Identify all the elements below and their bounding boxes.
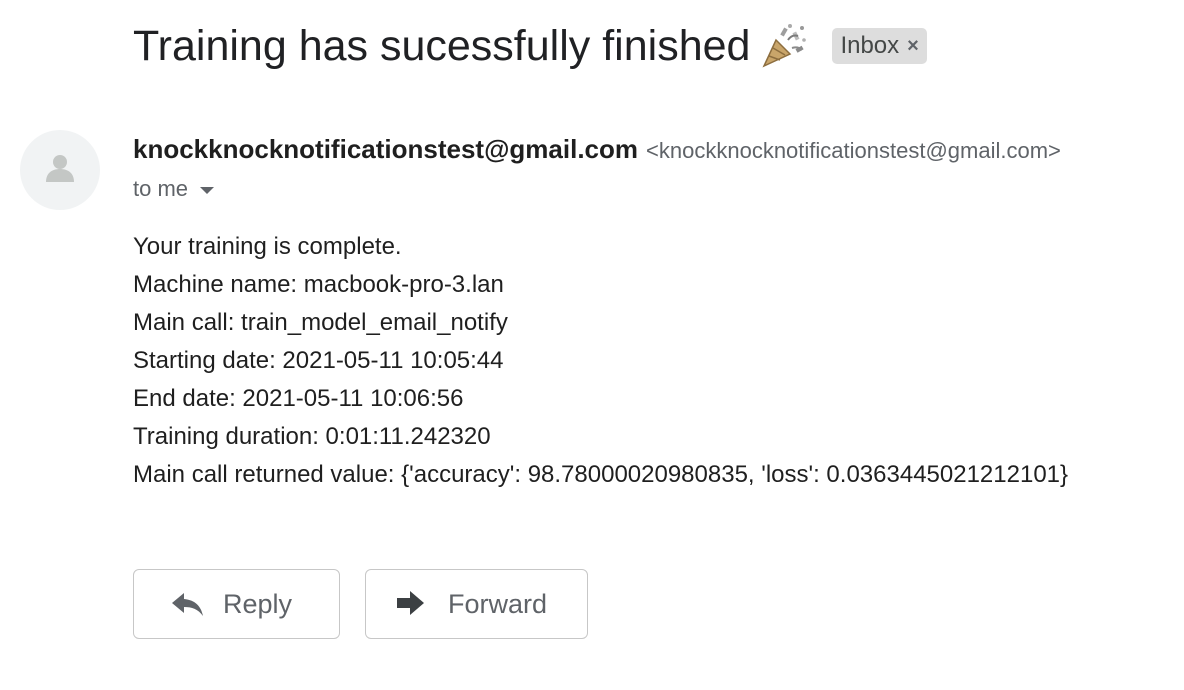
body-line: Machine name: macbook-pro-3.lan (133, 271, 504, 298)
subject-row: Training has sucessfully finished Inbox … (133, 18, 927, 74)
body-line: Main call returned value: {'accuracy': 9… (133, 461, 1069, 488)
email-subject: Training has sucessfully finished (133, 21, 751, 70)
person-icon (46, 155, 74, 182)
party-popper-icon (760, 22, 808, 70)
sender-name[interactable]: knockknocknotificationstest@gmail.com (133, 134, 638, 165)
forward-arrow-icon (394, 589, 428, 619)
body-line: End date: 2021-05-11 10:06:56 (133, 385, 464, 412)
body-line: Starting date: 2021-05-11 10:05:44 (133, 347, 504, 374)
show-details-chevron-down-icon[interactable] (200, 186, 215, 194)
reply-button-label: Reply (223, 588, 293, 619)
reply-arrow-icon (171, 589, 205, 619)
forward-button[interactable]: Forward (365, 569, 588, 639)
remove-label-icon[interactable]: × (907, 35, 919, 58)
recipient-row: to me (133, 176, 215, 202)
sender-avatar[interactable] (20, 130, 100, 210)
body-line: Your training is complete. (133, 233, 402, 260)
inbox-label-chip: Inbox × (832, 28, 927, 64)
body-line: Training duration: 0:01:11.242320 (133, 423, 491, 450)
forward-button-label: Forward (448, 588, 548, 619)
recipient-text: to me (133, 176, 189, 201)
reply-button[interactable]: Reply (133, 569, 340, 639)
inbox-label-text: Inbox (840, 32, 900, 59)
body-line: Main call: train_model_email_notify (133, 309, 508, 336)
sender-row: knockknocknotificationstest@gmail.com <k… (133, 134, 1061, 165)
email-body: Your training is complete. Machine name:… (133, 228, 1068, 494)
sender-address: <knockknocknotificationstest@gmail.com> (646, 138, 1061, 163)
